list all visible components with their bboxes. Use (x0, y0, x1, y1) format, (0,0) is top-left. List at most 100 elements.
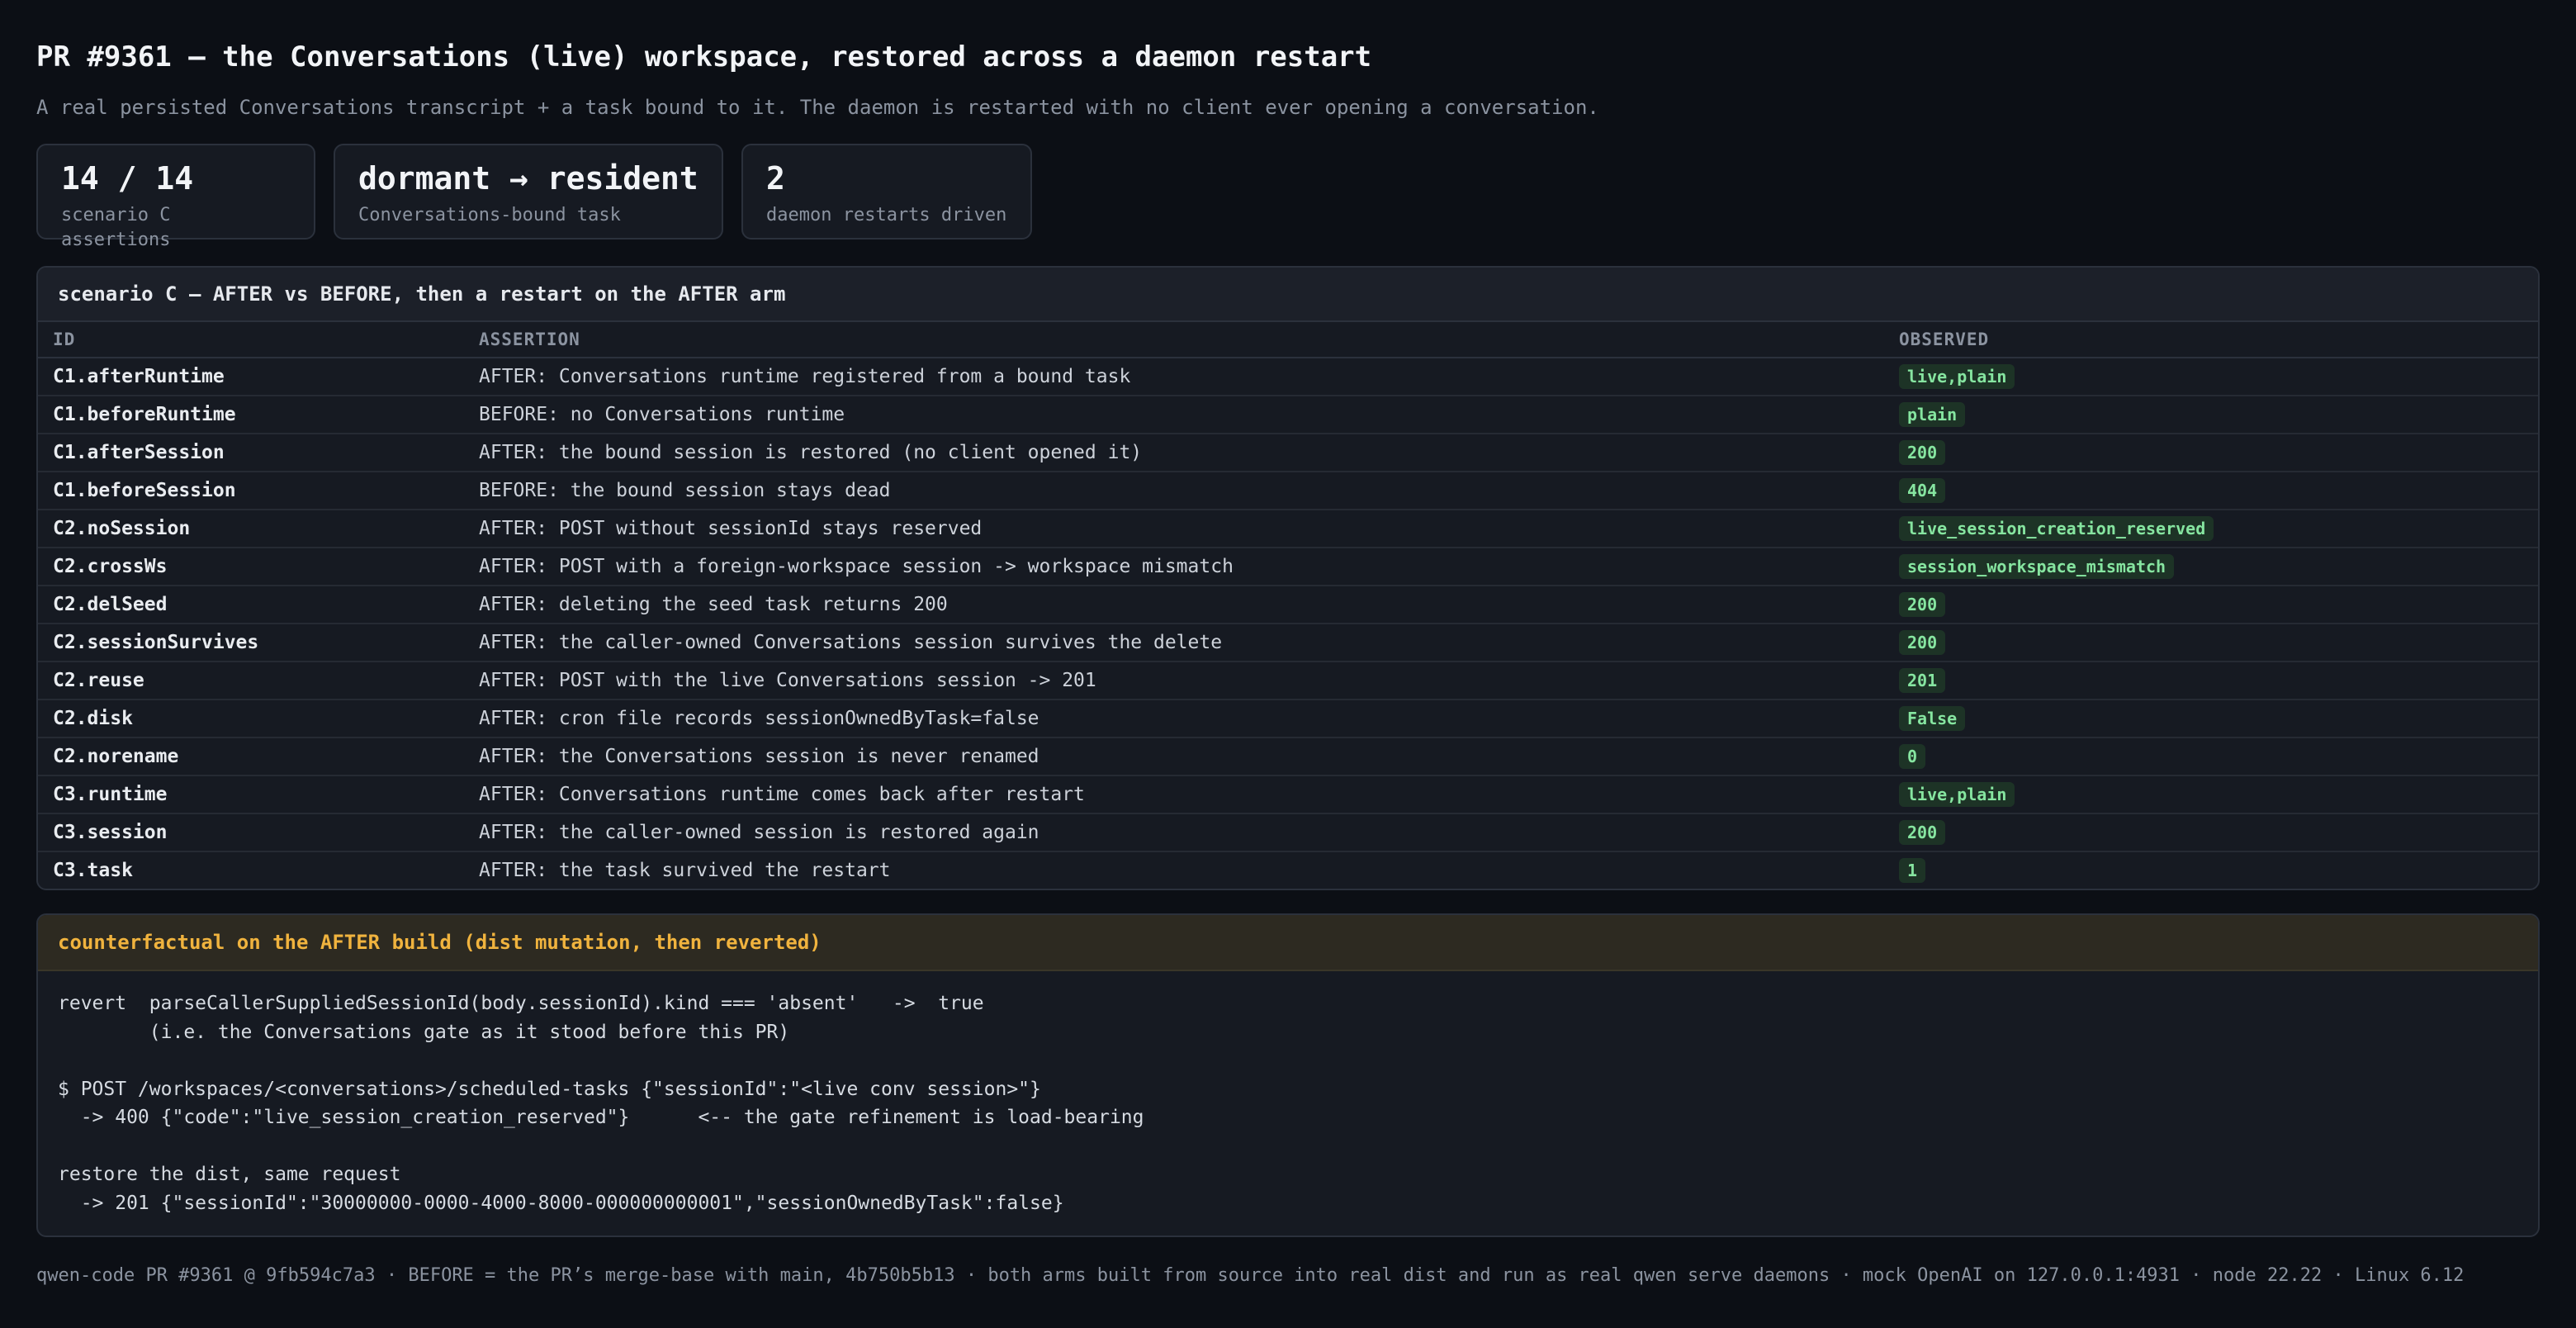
observed-badge: live,plain (1899, 782, 2015, 807)
table-row: C3.session AFTER: the caller-owned sessio… (38, 813, 2538, 852)
table-row: C3.task AFTER: the task survived the rest… (38, 851, 2538, 889)
observed-badge: 201 (1899, 668, 1946, 693)
row-assertion: AFTER: the caller-owned session is resto… (464, 813, 1884, 852)
card-restarts: 2 daemon restarts driven (741, 144, 1032, 240)
row-assertion: AFTER: POST without sessionId stays rese… (464, 510, 1884, 548)
code-line: (i.e. the Conversations gate as it stood… (58, 1021, 790, 1043)
row-id: C1.beforeRuntime (38, 396, 464, 434)
page-subtitle: A real persisted Conversations transcrip… (36, 96, 1599, 119)
table-row: C2.norename AFTER: the Conversations sess… (38, 738, 2538, 776)
row-id: C3.session (38, 813, 464, 852)
card-value: dormant → resident (358, 160, 698, 197)
row-observed: 200 (1884, 624, 2538, 662)
row-observed: 1 (1884, 851, 2538, 889)
footer-note: qwen-code PR #9361 @ 9fb594c7a3 · BEFORE… (36, 1265, 2465, 1286)
row-observed: 200 (1884, 434, 2538, 472)
column-header-assertion: ASSERTION (464, 322, 1884, 358)
row-assertion: AFTER: deleting the seed task returns 20… (464, 586, 1884, 624)
page: PR #9361 — the Conversations (live) work… (0, 0, 2576, 1288)
table-row: C2.reuse AFTER: POST with the live Conver… (38, 662, 2538, 700)
table-row: C1.afterRuntime AFTER: Conversations runt… (38, 358, 2538, 396)
row-observed: plain (1884, 396, 2538, 434)
code-line: -> 201 {"sessionId":"30000000-0000-4000-… (58, 1192, 1064, 1214)
row-observed: 200 (1884, 586, 2538, 624)
row-observed: 201 (1884, 662, 2538, 700)
card-label: scenario C assertions (61, 205, 171, 250)
observed-badge: live_session_creation_reserved (1899, 516, 2214, 541)
code-line: -> 400 {"code":"live_session_creation_re… (58, 1107, 1144, 1128)
observed-badge: 200 (1899, 630, 1946, 655)
table-row: C2.delSeed AFTER: deleting the seed task … (38, 586, 2538, 624)
observed-badge: session_workspace_mismatch (1899, 554, 2175, 579)
row-assertion: AFTER: POST with the live Conversations … (464, 662, 1884, 700)
table-row: C2.crossWs AFTER: POST with a foreign-wor… (38, 548, 2538, 586)
counterfactual-code: revert parseCallerSuppliedSessionId(body… (38, 971, 2538, 1236)
observed-badge: live,plain (1899, 364, 2015, 389)
table-row: C1.beforeRuntime BEFORE: no Conversations… (38, 396, 2538, 434)
row-id: C2.reuse (38, 662, 464, 700)
table-row: C2.noSession AFTER: POST without sessionI… (38, 510, 2538, 548)
row-assertion: BEFORE: the bound session stays dead (464, 472, 1884, 510)
row-assertion: AFTER: Conversations runtime comes back … (464, 775, 1884, 814)
row-id: C2.noSession (38, 510, 464, 548)
row-assertion: AFTER: POST with a foreign-workspace ses… (464, 548, 1884, 586)
row-id: C2.norename (38, 738, 464, 776)
row-assertion: AFTER: the bound session is restored (no… (464, 434, 1884, 472)
code-line: revert parseCallerSuppliedSessionId(body… (58, 993, 984, 1014)
row-assertion: AFTER: Conversations runtime registered … (464, 358, 1884, 396)
scenario-panel: scenario C — AFTER vs BEFORE, then a res… (36, 266, 2540, 890)
row-id: C1.afterSession (38, 434, 464, 472)
observed-badge: 200 (1899, 820, 1946, 845)
row-observed: 200 (1884, 813, 2538, 852)
code-line: restore the dist, same request (58, 1164, 401, 1185)
row-id: C2.sessionSurvives (38, 624, 464, 662)
column-header-id: ID (38, 322, 464, 358)
row-observed: False (1884, 700, 2538, 738)
table-header-row: ID ASSERTION OBSERVED (38, 322, 2538, 358)
row-assertion: BEFORE: no Conversations runtime (464, 396, 1884, 434)
card-value: 2 (766, 160, 785, 197)
row-id: C2.delSeed (38, 586, 464, 624)
row-id: C3.task (53, 860, 133, 881)
observed-badge: 1 (1899, 858, 1926, 883)
row-observed: live,plain (1884, 775, 2538, 814)
row-id: C2.disk (38, 700, 464, 738)
row-id: C2.crossWs (38, 548, 464, 586)
card-task-state: dormant → resident Conversations-bound t… (334, 144, 723, 240)
observed-badge: 404 (1899, 478, 1946, 503)
table-row: C1.beforeSession BEFORE: the bound sessio… (38, 472, 2538, 510)
observed-badge: 200 (1899, 592, 1946, 617)
row-assertion: AFTER: cron file records sessionOwnedByT… (464, 700, 1884, 738)
page-title: PR #9361 — the Conversations (live) work… (36, 40, 1372, 74)
row-assertion: AFTER: the task survived the restart (479, 860, 891, 881)
assertions-table: ID ASSERTION OBSERVED C1.afterRuntime AFT… (38, 322, 2538, 889)
card-value: 14 / 14 (61, 160, 194, 197)
summary-cards: 14 / 14 scenario C assertions dormant → … (36, 144, 2540, 250)
observed-badge: 0 (1899, 744, 1926, 769)
row-assertion: AFTER: the caller-owned Conversations se… (464, 624, 1884, 662)
row-observed: live,plain (1884, 358, 2538, 396)
table-body: C1.afterRuntime AFTER: Conversations runt… (38, 358, 2538, 889)
row-id: C1.afterRuntime (38, 358, 464, 396)
row-observed: 0 (1884, 738, 2538, 776)
table-row: C1.afterSession AFTER: the bound session … (38, 434, 2538, 472)
row-observed: 404 (1884, 472, 2538, 510)
card-assertions: 14 / 14 scenario C assertions (36, 144, 315, 250)
card-label: Conversations-bound task (358, 205, 621, 225)
table-row: C2.sessionSurvives AFTER: the caller-owne… (38, 624, 2538, 662)
observed-badge: False (1899, 706, 1966, 731)
row-id: C1.beforeSession (38, 472, 464, 510)
table-row: C3.runtime AFTER: Conversations runtime c… (38, 775, 2538, 814)
counterfactual-title: counterfactual on the AFTER build (dist … (38, 915, 2538, 971)
scenario-title: scenario C — AFTER vs BEFORE, then a res… (38, 268, 2538, 322)
table-row: C2.disk AFTER: cron file records sessionO… (38, 700, 2538, 738)
observed-badge: 200 (1899, 440, 1946, 465)
row-id: C3.runtime (38, 775, 464, 814)
card-label: daemon restarts driven (766, 205, 1007, 225)
counterfactual-panel: counterfactual on the AFTER build (dist … (36, 913, 2540, 1237)
row-observed: live_session_creation_reserved (1884, 510, 2538, 548)
observed-badge: plain (1899, 402, 1966, 427)
row-observed: session_workspace_mismatch (1884, 548, 2538, 586)
